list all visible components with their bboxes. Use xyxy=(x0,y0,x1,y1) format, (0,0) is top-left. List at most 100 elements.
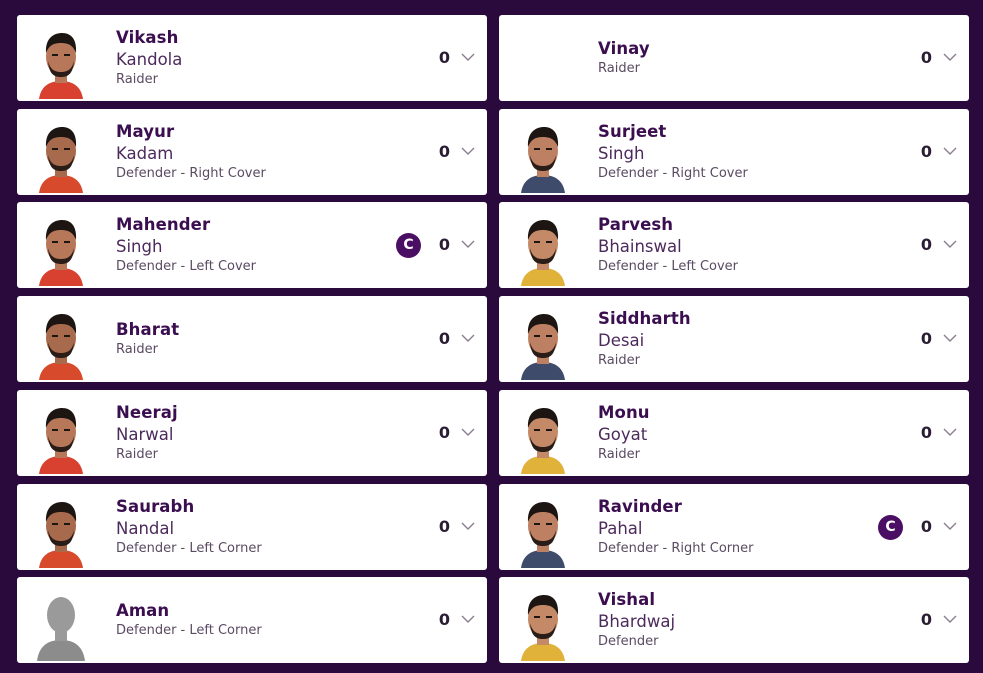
player-points: 0 xyxy=(438,610,450,629)
player-last-name: Singh xyxy=(116,237,163,256)
player-card[interactable]: Vikash Kandola Raider 0 xyxy=(17,15,487,101)
player-card[interactable]: Monu Goyat Raider 0 xyxy=(499,390,969,476)
player-first-name: Siddharth xyxy=(598,309,691,328)
player-info: Mahender Singh Defender - Left Cover xyxy=(116,202,256,288)
chevron-down-icon[interactable] xyxy=(942,424,958,440)
chevron-down-icon[interactable] xyxy=(942,518,958,534)
player-first-name: Monu xyxy=(598,403,650,422)
chevron-down-icon[interactable] xyxy=(460,49,476,65)
player-info: Vishal Bhardwaj Defender xyxy=(598,577,675,663)
player-role: Raider xyxy=(116,72,158,87)
player-points: 0 xyxy=(438,48,450,67)
player-info: Surjeet Singh Defender - Right Cover xyxy=(598,109,748,195)
chevron-down-icon[interactable] xyxy=(460,143,476,159)
chevron-down-icon[interactable] xyxy=(942,330,958,346)
player-card[interactable]: Parvesh Bhainswal Defender - Left Cover 0 xyxy=(499,202,969,288)
player-info: Aman Defender - Left Corner xyxy=(116,577,262,663)
player-info: Siddharth Desai Raider xyxy=(598,296,691,382)
player-role: Defender - Right Cover xyxy=(116,166,266,181)
captain-badge-icon: C xyxy=(878,515,903,540)
player-role: Raider xyxy=(598,61,640,76)
player-card[interactable]: Siddharth Desai Raider 0 xyxy=(499,296,969,382)
player-first-name: Vinay xyxy=(598,39,650,58)
player-role: Raider xyxy=(116,447,158,462)
chevron-down-icon[interactable] xyxy=(460,424,476,440)
player-last-name: Narwal xyxy=(116,425,174,444)
player-role: Defender - Left Corner xyxy=(116,623,262,638)
player-card[interactable]: Mayur Kadam Defender - Right Cover 0 xyxy=(17,109,487,195)
player-points: 0 xyxy=(920,235,932,254)
player-first-name: Mayur xyxy=(116,122,175,141)
player-role: Defender xyxy=(598,634,659,649)
player-first-name: Saurabh xyxy=(116,497,195,516)
avatar-placeholder-icon xyxy=(35,585,87,661)
player-card[interactable]: Saurabh Nandal Defender - Left Corner 0 xyxy=(17,484,487,570)
player-role: Defender - Left Corner xyxy=(116,541,262,556)
player-first-name: Bharat xyxy=(116,320,180,339)
chevron-down-icon[interactable] xyxy=(942,236,958,252)
player-info: Mayur Kadam Defender - Right Cover xyxy=(116,109,266,195)
player-avatar xyxy=(517,117,569,193)
player-info: Vinay Raider xyxy=(598,15,650,101)
player-points: 0 xyxy=(920,517,932,536)
player-info: Vikash Kandola Raider xyxy=(116,15,182,101)
player-last-name: Desai xyxy=(598,331,645,350)
player-role: Raider xyxy=(598,353,640,368)
chevron-down-icon[interactable] xyxy=(942,49,958,65)
player-grid: Vikash Kandola Raider 0 Vinay Raider 0 Mayur Kad… xyxy=(0,0,983,673)
player-avatar xyxy=(35,117,87,193)
player-last-name: Bhardwaj xyxy=(598,612,676,631)
player-role: Defender - Left Cover xyxy=(598,259,739,274)
player-first-name: Aman xyxy=(116,601,170,620)
player-first-name: Surjeet xyxy=(598,122,667,141)
player-card[interactable]: Surjeet Singh Defender - Right Cover 0 xyxy=(499,109,969,195)
player-card[interactable]: Mahender Singh Defender - Left Cover C 0 xyxy=(17,202,487,288)
player-points: 0 xyxy=(438,423,450,442)
player-info: Saurabh Nandal Defender - Left Corner xyxy=(116,484,262,570)
player-last-name: Bhainswal xyxy=(598,237,682,256)
player-card[interactable]: Neeraj Narwal Raider 0 xyxy=(17,390,487,476)
player-card[interactable]: Aman Defender - Left Corner 0 xyxy=(17,577,487,663)
player-points: 0 xyxy=(438,329,450,348)
captain-badge-icon: C xyxy=(396,233,421,258)
chevron-down-icon[interactable] xyxy=(942,611,958,627)
player-avatar xyxy=(35,210,87,286)
player-points: 0 xyxy=(438,517,450,536)
chevron-down-icon[interactable] xyxy=(460,518,476,534)
player-avatar xyxy=(517,398,569,474)
player-info: Ravinder Pahal Defender - Right Corner xyxy=(598,484,753,570)
chevron-down-icon[interactable] xyxy=(460,611,476,627)
player-info: Parvesh Bhainswal Defender - Left Cover xyxy=(598,202,738,288)
player-first-name: Neeraj xyxy=(116,403,178,422)
player-last-name: Kadam xyxy=(116,144,174,163)
player-role: Raider xyxy=(116,342,158,357)
player-avatar xyxy=(35,23,87,99)
player-points: 0 xyxy=(920,423,932,442)
player-info: Neeraj Narwal Raider xyxy=(116,390,178,476)
player-card[interactable]: Ravinder Pahal Defender - Right Corner C 0 xyxy=(499,484,969,570)
player-role: Raider xyxy=(598,447,640,462)
player-card[interactable]: Vishal Bhardwaj Defender 0 xyxy=(499,577,969,663)
player-last-name: Pahal xyxy=(598,519,643,538)
player-first-name: Vikash xyxy=(116,28,179,47)
player-card[interactable]: Bharat Raider 0 xyxy=(17,296,487,382)
player-info: Bharat Raider xyxy=(116,296,179,382)
player-role: Defender - Right Cover xyxy=(598,166,748,181)
player-role: Defender - Left Cover xyxy=(116,259,257,274)
chevron-down-icon[interactable] xyxy=(460,236,476,252)
player-first-name: Parvesh xyxy=(598,215,674,234)
player-points: 0 xyxy=(438,142,450,161)
player-avatar xyxy=(35,398,87,474)
player-avatar xyxy=(517,304,569,380)
player-role: Defender - Right Corner xyxy=(598,541,754,556)
player-points: 0 xyxy=(920,329,932,348)
player-last-name: Singh xyxy=(598,144,645,163)
player-first-name: Vishal xyxy=(598,590,656,609)
player-first-name: Mahender xyxy=(116,215,211,234)
chevron-down-icon[interactable] xyxy=(942,143,958,159)
player-points: 0 xyxy=(438,235,450,254)
chevron-down-icon[interactable] xyxy=(460,330,476,346)
player-info: Monu Goyat Raider xyxy=(598,390,650,476)
player-points: 0 xyxy=(920,610,932,629)
player-card[interactable]: Vinay Raider 0 xyxy=(499,15,969,101)
